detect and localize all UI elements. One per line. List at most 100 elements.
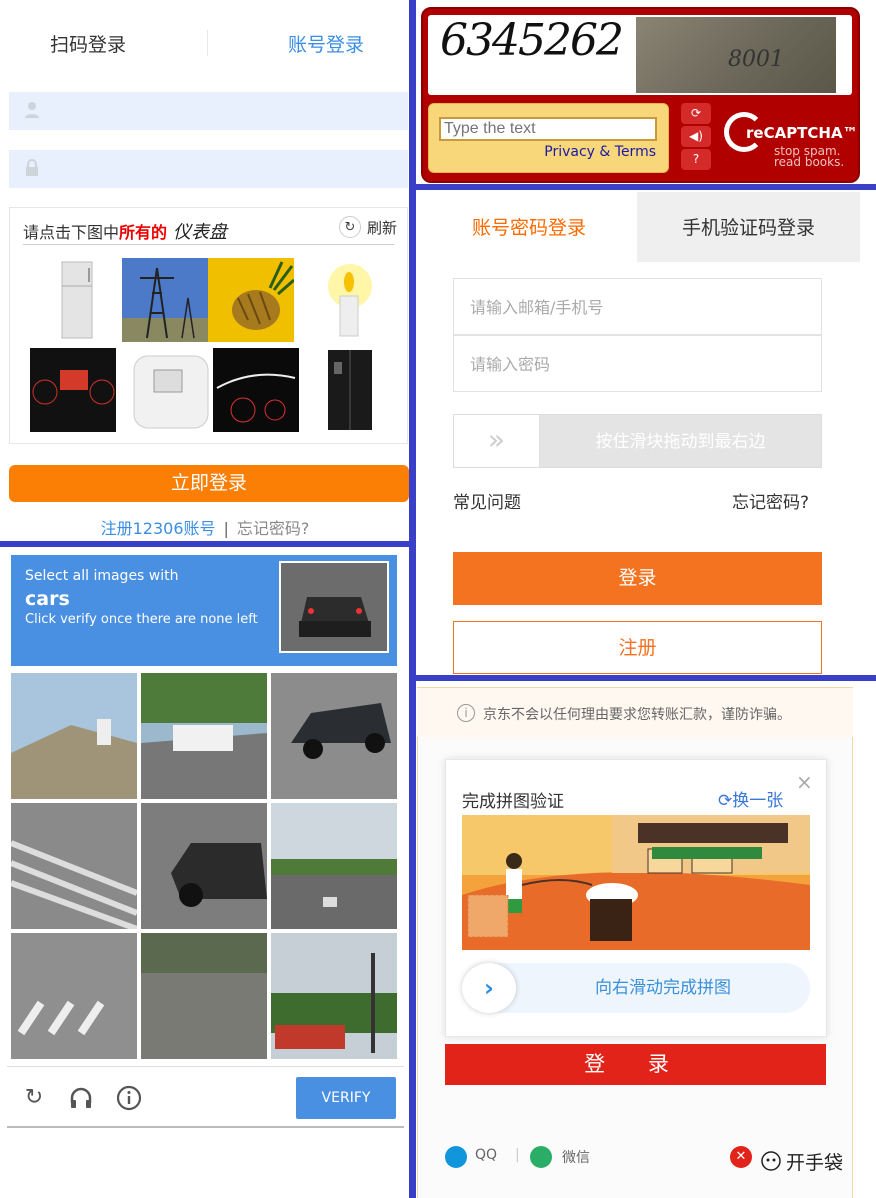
password-input[interactable] [9, 150, 408, 188]
username-input[interactable] [9, 92, 408, 130]
grid-tile-2[interactable] [141, 673, 267, 799]
recaptcha-challenge-image: 6345262 8001 [428, 15, 852, 95]
captcha-image-refrigerator-black[interactable] [306, 348, 392, 432]
captcha-target-word: 仪表盘 [173, 222, 228, 243]
captcha-image-dashboard-1[interactable] [30, 348, 116, 432]
challenge-header: Select all images with cars Click verify… [11, 555, 397, 666]
recaptcha-logo: reCAPTCHA™ stop spam. read books. [724, 108, 858, 172]
register-12306-link[interactable]: 注册12306账号 [101, 519, 216, 538]
login-links: 注册12306账号 | 忘记密码? [0, 515, 410, 539]
slider-knob-chevron-right-icon[interactable]: › [462, 963, 516, 1013]
email-phone-input[interactable]: 请输入邮箱/手机号 [453, 278, 822, 335]
close-icon[interactable]: × [796, 770, 813, 794]
puzzle-image [462, 815, 810, 950]
challenge-footer: ↻ VERIFY [7, 1066, 404, 1128]
recaptcha-text-input[interactable] [439, 117, 657, 141]
audio-icon[interactable]: ◀) [681, 126, 711, 147]
privacy-terms-link[interactable]: Privacy & Terms [544, 144, 656, 160]
refresh-icon: ↻ [338, 216, 361, 238]
social-separator: | [515, 1147, 520, 1163]
slider-hint: 按住滑块拖动到最右边 [595, 432, 766, 452]
qq-icon[interactable] [445, 1146, 467, 1168]
user-icon [25, 102, 39, 118]
vertical-divider [409, 0, 416, 1198]
image-captcha: 请点击下图中所有的 仪表盘 ↻ 刷新 [9, 207, 408, 444]
verify-button[interactable]: VERIFY [296, 1077, 396, 1119]
challenge-target: cars [25, 588, 70, 610]
qq-login-link[interactable]: QQ [475, 1147, 497, 1163]
challenge-hint: Click verify once there are none left [25, 612, 258, 627]
headphones-icon[interactable] [68, 1085, 94, 1111]
captcha-image-candle[interactable] [300, 258, 386, 342]
divider-left-mid [0, 541, 411, 547]
links-separator: | [223, 519, 229, 538]
lock-icon [26, 159, 38, 176]
captcha-image-rice-cooker[interactable] [128, 348, 214, 432]
info-icon[interactable] [116, 1085, 142, 1111]
captcha-rule [23, 244, 394, 245]
challenge-word: 6345262 [440, 15, 624, 66]
tab-qr-login[interactable]: 扫码登录 [50, 30, 126, 57]
refresh-icon[interactable]: ⟳ [681, 103, 711, 124]
tab-password-login[interactable]: 账号密码登录 [421, 192, 637, 262]
grid-tile-9[interactable] [271, 933, 397, 1059]
change-image-button[interactable]: ⟳换一张 [718, 786, 783, 811]
captcha-prompt-highlight: 所有的 [119, 223, 168, 242]
tab-sms-login[interactable]: 手机验证码登录 [637, 192, 860, 262]
sample-car-image [279, 561, 389, 653]
captcha-prompt-text: 请点击下图中 [23, 223, 120, 242]
grid-tile-1[interactable] [11, 673, 137, 799]
login-button[interactable]: 登录 [453, 552, 822, 605]
watermark-logo-icon [761, 1151, 781, 1171]
slider-handle[interactable]: » [454, 415, 540, 467]
wechat-icon[interactable] [530, 1146, 552, 1168]
password-input[interactable]: 请输入密码 [453, 335, 822, 392]
jd-login-button[interactable]: 登 录 [445, 1044, 826, 1085]
puzzle-slider: › 向右滑动完成拼图 [462, 963, 810, 1013]
change-image-label: 换一张 [732, 791, 784, 811]
slide-verify: » 按住滑块拖动到最右边 [453, 414, 822, 468]
challenge-instruction: Select all images with [25, 568, 179, 584]
watermark-text: 开手袋 [786, 1152, 844, 1174]
forgot-password-link[interactable]: 忘记密码? [237, 519, 310, 538]
fraud-notice-text: 京东不会以任何理由要求您转账汇款，谨防诈骗。 [483, 707, 791, 723]
challenge-photo-number: 8001 [728, 47, 784, 72]
tab-account-login[interactable]: 账号登录 [288, 30, 364, 57]
grid-tile-5[interactable] [141, 803, 267, 929]
captcha-image-pineapple[interactable] [208, 258, 294, 342]
recaptcha-brand: reCAPTCHA™ [746, 124, 858, 142]
captcha-image-dashboard-2[interactable] [213, 348, 299, 432]
tab-separator [207, 30, 208, 56]
puzzle-captcha-card: 完成拼图验证 ⟳换一张 × › 向右滑动完成拼图 [445, 759, 827, 1037]
register-icon[interactable]: ✕ [730, 1146, 752, 1168]
register-button[interactable]: 注册 [453, 621, 822, 674]
grid-tile-4[interactable] [11, 803, 137, 929]
recaptcha-tagline: stop spam. read books. [774, 145, 845, 169]
login-now-button[interactable]: 立即登录 [9, 465, 409, 502]
divider-right-mid [416, 675, 876, 681]
captcha-image-fridge[interactable] [36, 258, 122, 342]
refresh-icon: ⟳ [718, 791, 733, 811]
reload-icon[interactable]: ↻ [21, 1085, 47, 1111]
grid-tile-7[interactable] [11, 933, 137, 1059]
forgot-password-link[interactable]: 忘记密码? [732, 488, 809, 513]
captcha-image-power-tower[interactable] [122, 258, 208, 342]
recaptcha-controls: ⟳ ◀) ? [681, 103, 715, 173]
help-icon[interactable]: ? [681, 149, 711, 170]
recaptcha-input-box: Privacy & Terms [428, 103, 669, 173]
grid-tile-3[interactable] [271, 673, 397, 799]
wechat-login-link[interactable]: 微信 [562, 1147, 590, 1167]
challenge-photo: 8001 [636, 17, 836, 93]
grid-tile-8[interactable] [141, 933, 267, 1059]
divider-right-top [416, 184, 876, 190]
fraud-notice: i 京东不会以任何理由要求您转账汇款，谨防诈骗。 [417, 687, 853, 737]
refresh-label: 刷新 [366, 218, 397, 237]
tagline-line-2: read books. [774, 155, 845, 169]
slide-hint: 向右滑动完成拼图 [595, 978, 731, 998]
captcha-refresh-button[interactable]: ↻ 刷新 [338, 216, 397, 238]
grid-tile-6[interactable] [271, 803, 397, 929]
puzzle-title: 完成拼图验证 [462, 792, 564, 812]
captcha-prompt: 请点击下图中所有的 仪表盘 [23, 218, 227, 244]
info-icon: i [457, 704, 475, 722]
faq-link[interactable]: 常见问题 [453, 488, 521, 513]
